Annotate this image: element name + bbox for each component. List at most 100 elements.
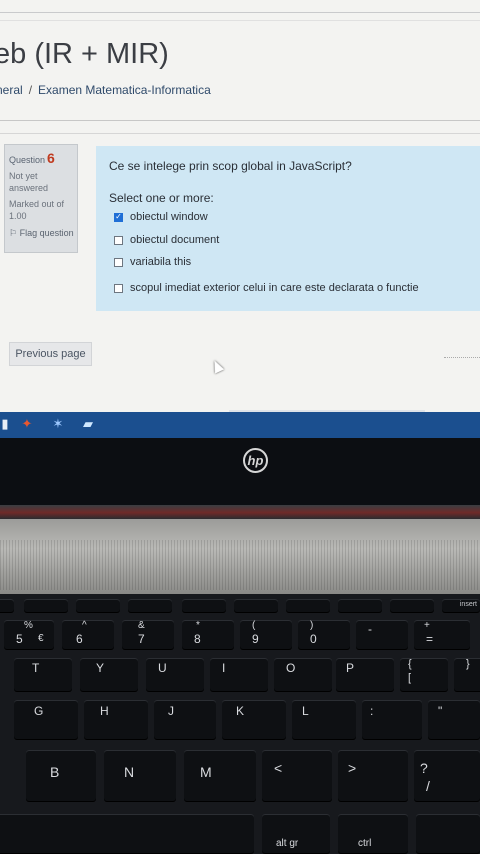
answer-option-1[interactable]: ✓ obiectul window [114, 211, 208, 223]
key-semicolon[interactable]: : [362, 700, 422, 740]
taskbar-app-icon[interactable]: ▮ [0, 416, 12, 432]
keyboard: insert % 5 € ^ 6 & 7 * 8 ( 9 ) 0 - + = T… [0, 594, 480, 854]
key-5[interactable]: % 5 € [4, 620, 54, 650]
browser-window: eb (IR + MIR) neral / Examen Matematica-In… [0, 0, 480, 416]
key-i[interactable]: I [210, 658, 268, 692]
key-label: " [438, 704, 443, 718]
key-h[interactable]: H [84, 700, 148, 740]
flag-icon: ⚐ [9, 228, 18, 238]
taskbar: ▮ ✦ ✶ ▰ [0, 412, 480, 438]
key-quote[interactable]: " [428, 700, 480, 740]
checkbox[interactable] [114, 235, 123, 245]
answer-option-2[interactable]: obiectul document [114, 234, 219, 246]
hp-logo: hp [243, 448, 268, 473]
answer-option-4[interactable]: scopul imediat exterior celui in care es… [114, 282, 419, 294]
ctrl-key[interactable]: ctrl [338, 814, 408, 854]
key-g[interactable]: G [14, 700, 78, 740]
key-label: ( [252, 620, 256, 631]
key-slash[interactable]: ? / [414, 750, 480, 802]
key-label: insert [459, 601, 477, 608]
flag-question-button[interactable]: ⚐ Flag question [9, 228, 74, 239]
key-label: M [200, 764, 212, 780]
checkbox-checked[interactable]: ✓ [114, 212, 123, 222]
function-key[interactable] [76, 599, 120, 613]
key-b[interactable]: B [26, 750, 96, 802]
key-label: O [286, 661, 296, 675]
function-key[interactable] [338, 599, 382, 613]
breadcrumb-item-general[interactable]: neral [0, 83, 23, 97]
key-o[interactable]: O [274, 658, 332, 692]
checkbox[interactable] [114, 283, 123, 293]
key-label: B [50, 764, 60, 780]
key-label: - [368, 622, 372, 636]
key-label: = [426, 632, 434, 646]
key-j[interactable]: J [154, 700, 216, 740]
key-bracket-left[interactable]: { [ [400, 658, 448, 692]
answer-option-label: scopul imediat exterior celui in care es… [130, 282, 419, 294]
answer-option-label: variabila this [130, 256, 192, 268]
answer-option-label: obiectul document [130, 234, 220, 246]
previous-page-button[interactable]: Previous page [9, 342, 92, 366]
breadcrumb-separator: / [28, 83, 33, 97]
pinned-app-icon[interactable]: ✦ [20, 416, 34, 432]
function-key[interactable] [128, 599, 172, 613]
function-key[interactable] [286, 599, 330, 613]
key-9[interactable]: ( 9 [240, 620, 292, 650]
key-bracket-right[interactable]: } [454, 658, 480, 692]
key-label: & [138, 620, 145, 631]
function-key[interactable] [390, 599, 434, 613]
function-key[interactable] [182, 599, 226, 613]
key-0[interactable]: ) 0 [298, 620, 350, 650]
key-t[interactable]: T [14, 658, 72, 692]
header-divider [0, 20, 480, 21]
key-label: + [424, 620, 430, 631]
key-label: * [196, 620, 200, 631]
question-content: Ce se intelege prin scop global in JavaS… [96, 146, 480, 311]
arrow-key[interactable] [416, 814, 480, 854]
key-label: } [466, 658, 470, 670]
alt-gr-key[interactable]: alt gr [262, 814, 330, 854]
key-u[interactable]: U [146, 658, 204, 692]
space-bar[interactable] [0, 814, 254, 854]
divider [0, 120, 480, 121]
file-explorer-icon[interactable]: ▰ [81, 416, 95, 432]
key-period[interactable]: > [338, 750, 408, 802]
key-label: ? [420, 760, 428, 776]
key-7[interactable]: & 7 [122, 620, 174, 650]
insert-key[interactable]: insert [442, 599, 480, 613]
flag-question-label: Flag question [19, 228, 74, 238]
key-comma[interactable]: < [262, 750, 332, 802]
key-label: G [34, 704, 44, 718]
key-label: Y [96, 661, 105, 675]
key-label: < [274, 760, 283, 776]
key-8[interactable]: * 8 [182, 620, 234, 650]
answer-prompt: Select one or more: [109, 191, 214, 205]
key-equals[interactable]: + = [414, 620, 470, 650]
question-text: Ce se intelege prin scop global in JavaS… [109, 159, 352, 173]
course-title: eb (IR + MIR) [0, 38, 169, 70]
answer-option-3[interactable]: variabila this [114, 256, 191, 268]
function-key[interactable] [0, 599, 14, 613]
key-label: H [100, 704, 109, 718]
breadcrumb-item-exam[interactable]: Examen Matematica-Informatica [38, 83, 211, 97]
key-n[interactable]: N [104, 750, 176, 802]
key-label: ^ [82, 620, 87, 631]
key-label: > [348, 760, 357, 776]
key-m[interactable]: M [184, 750, 256, 802]
key-k[interactable]: K [222, 700, 286, 740]
key-label: J [168, 704, 174, 718]
speaker-grille [0, 540, 480, 590]
key-p[interactable]: P [336, 658, 394, 692]
key-label: I [222, 661, 226, 675]
key-6[interactable]: ^ 6 [62, 620, 114, 650]
function-key[interactable] [24, 599, 68, 613]
key-label: ctrl [358, 838, 372, 849]
key-label: 7 [138, 632, 145, 646]
key-label: U [158, 661, 167, 675]
pinned-app-icon[interactable]: ✶ [51, 416, 65, 432]
key-l[interactable]: L [292, 700, 356, 740]
function-key[interactable] [234, 599, 278, 613]
checkbox[interactable] [114, 257, 123, 267]
key-y[interactable]: Y [80, 658, 138, 692]
key-minus[interactable]: - [356, 620, 408, 650]
